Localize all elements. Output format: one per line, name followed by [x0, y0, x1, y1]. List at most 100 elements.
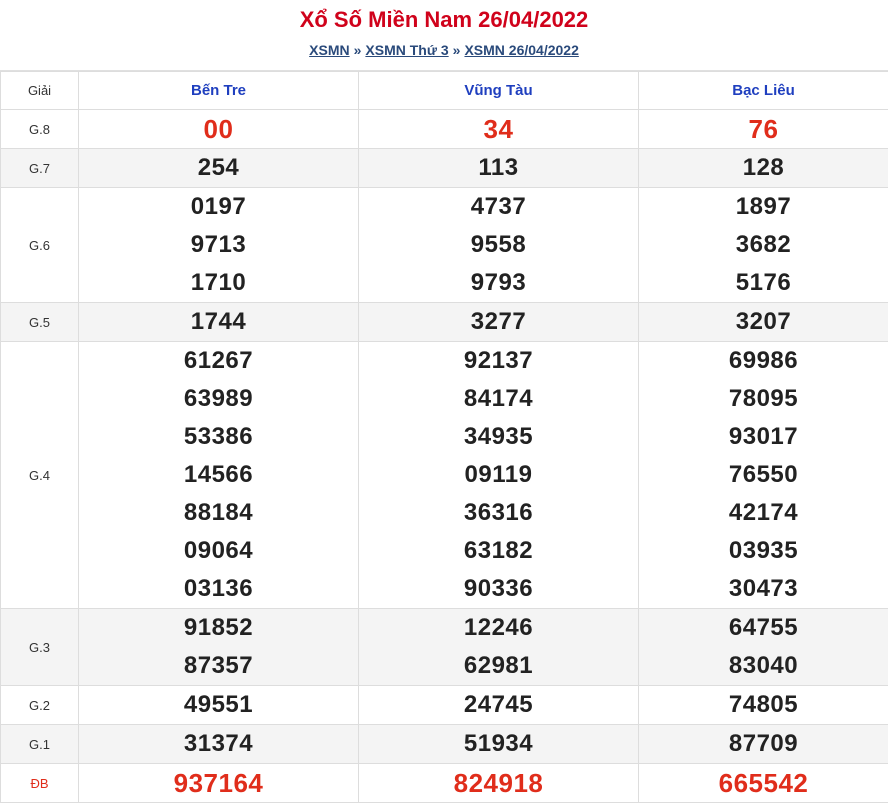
result-number: 14566: [183, 461, 254, 488]
result-number: 30473: [728, 575, 799, 602]
result-cell: 69986 78095 93017 76550 42174 03935 30473: [638, 341, 888, 609]
result-number: 3207: [735, 308, 792, 335]
result-number: 49551: [183, 691, 254, 718]
result-cell: 87709: [638, 724, 888, 764]
result-number: 93017: [728, 423, 799, 450]
result-number: 09119: [464, 461, 533, 488]
result-cell: 1897 3682 5176: [638, 187, 888, 303]
result-number: 91852: [183, 614, 254, 641]
result-number: 4737: [470, 193, 527, 220]
prize-row-g6: G.6 0197 9713 1710 4737 9558 9793 1897 3682 5176: [0, 187, 888, 303]
result-cell: 91852 87357: [78, 608, 359, 686]
prize-row-g1: G.1 31374 51934 87709: [0, 724, 888, 764]
prize-row-db: ĐB 937164 824918 665542: [0, 763, 888, 803]
result-cell: 1744: [78, 302, 359, 342]
result-cell: 824918: [358, 763, 639, 803]
result-number: 88184: [183, 499, 254, 526]
results-body: G.8 00 34 76 G.7 254 113 128 G.6 0197 9713 1710 4737…: [0, 109, 888, 803]
result-number: 1897: [735, 193, 792, 220]
result-cell: 31374: [78, 724, 359, 764]
breadcrumb-separator: »: [452, 42, 461, 58]
result-number: 84174: [463, 385, 534, 412]
result-cell: 51934: [358, 724, 639, 764]
result-number: 03935: [728, 537, 799, 564]
result-number: 87357: [183, 652, 254, 679]
result-cell: 49551: [78, 685, 359, 725]
result-number: 64755: [728, 614, 799, 641]
result-cell: 74805: [638, 685, 888, 725]
prize-label: G.3: [0, 608, 79, 686]
result-number: 12246: [463, 614, 534, 641]
result-number: 63989: [183, 385, 254, 412]
result-number: 1744: [190, 308, 247, 335]
prize-row-g7: G.7 254 113 128: [0, 148, 888, 188]
result-cell: 34: [358, 109, 639, 149]
result-number: 937164: [173, 768, 264, 798]
result-cell: 3277: [358, 302, 639, 342]
breadcrumb-xsmn-date-link[interactable]: XSMN 26/04/2022: [464, 42, 578, 58]
prize-label: G.6: [0, 187, 79, 303]
province-header-ben-tre: Bến Tre: [78, 71, 359, 110]
result-number: 42174: [728, 499, 799, 526]
prize-label: G.8: [0, 109, 79, 149]
results-table: Giải Bến Tre Vũng Tàu Bạc Liêu G.8 00 34 76…: [0, 71, 888, 803]
result-number: 74805: [728, 691, 799, 718]
page-title: Xổ Số Miền Nam 26/04/2022: [299, 7, 589, 32]
result-cell: 113: [358, 148, 639, 188]
result-number: 24745: [463, 691, 534, 718]
result-number: 31374: [183, 730, 254, 757]
result-number: 90336: [463, 575, 534, 602]
result-number: 00: [203, 114, 234, 144]
result-number: 63182: [463, 537, 534, 564]
result-number: 824918: [453, 768, 544, 798]
result-cell: 12246 62981: [358, 608, 639, 686]
result-cell: 254: [78, 148, 359, 188]
prize-row-g8: G.8 00 34 76: [0, 109, 888, 149]
result-number: 61267: [183, 347, 254, 374]
result-cell: 92137 84174 34935 09119 36316 63182 90336: [358, 341, 639, 609]
breadcrumb-xsmn-link[interactable]: XSMN: [309, 42, 349, 58]
breadcrumb: XSMN» XSMN Thứ 3» XSMN 26/04/2022: [0, 41, 888, 59]
result-number: 3682: [735, 231, 792, 258]
result-number: 9558: [470, 231, 527, 258]
prize-label: G.4: [0, 341, 79, 609]
province-header-bac-lieu: Bạc Liêu: [638, 71, 888, 110]
result-cell: 0197 9713 1710: [78, 187, 359, 303]
prize-label: G.1: [0, 724, 79, 764]
result-cell: 64755 83040: [638, 608, 888, 686]
result-number: 92137: [463, 347, 534, 374]
result-cell: 24745: [358, 685, 639, 725]
result-number: 69986: [728, 347, 799, 374]
breadcrumb-xsmn-thu3-link[interactable]: XSMN Thứ 3: [365, 42, 448, 58]
prize-label: G.7: [0, 148, 79, 188]
result-number: 1710: [190, 269, 247, 296]
result-number: 9713: [190, 231, 247, 258]
result-number: 53386: [183, 423, 254, 450]
prize-label: ĐB: [0, 763, 79, 803]
result-number: 665542: [718, 768, 809, 798]
prize-row-g3: G.3 91852 87357 12246 62981 64755 83040: [0, 608, 888, 686]
result-number: 87709: [728, 730, 799, 757]
result-cell: 3207: [638, 302, 888, 342]
result-number: 76: [748, 114, 779, 144]
result-number: 5176: [735, 269, 792, 296]
result-cell: 61267 63989 53386 14566 88184 09064 03136: [78, 341, 359, 609]
result-cell: 128: [638, 148, 888, 188]
prize-row-g5: G.5 1744 3277 3207: [0, 302, 888, 342]
result-number: 03136: [183, 575, 254, 602]
result-number: 78095: [728, 385, 799, 412]
result-number: 62981: [463, 652, 534, 679]
result-cell: 76: [638, 109, 888, 149]
result-number: 34: [483, 114, 514, 144]
result-number: 3277: [470, 308, 527, 335]
breadcrumb-separator: »: [353, 42, 362, 58]
result-number: 0197: [190, 193, 247, 220]
result-number: 76550: [728, 461, 799, 488]
result-number: 128: [742, 154, 785, 181]
result-cell: 665542: [638, 763, 888, 803]
province-header-vung-tau: Vũng Tàu: [358, 71, 639, 110]
prize-row-g2: G.2 49551 24745 74805: [0, 685, 888, 725]
prize-label: G.5: [0, 302, 79, 342]
result-cell: 937164: [78, 763, 359, 803]
result-number: 36316: [463, 499, 534, 526]
